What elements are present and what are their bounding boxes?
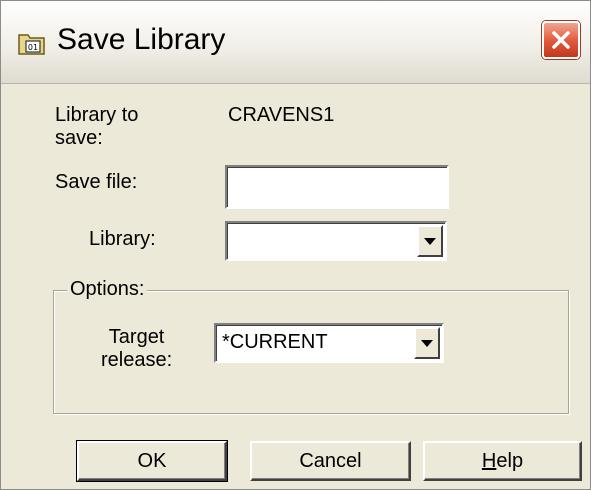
ok-button[interactable]: OK — [76, 440, 228, 482]
title-bar[interactable]: 01 Save Library — [1, 1, 590, 84]
target-release-combobox[interactable]: *CURRENT — [214, 323, 444, 363]
library-label: Library: — [89, 228, 156, 250]
target-release-value: *CURRENT — [222, 331, 328, 353]
save-file-input[interactable] — [225, 165, 449, 209]
save-file-label: Save file: — [55, 171, 138, 193]
target-release-label: Target release: — [101, 326, 173, 371]
help-mnemonic: H — [481, 449, 497, 472]
help-label-rest: elp — [496, 449, 524, 472]
library-dropdown-button[interactable] — [417, 225, 443, 257]
chevron-down-icon — [421, 340, 433, 347]
options-legend: Options: — [67, 278, 148, 301]
save-library-dialog: 01 Save Library Library to save: CRAVENS… — [0, 0, 591, 490]
library-to-save-value: CRAVENS1 — [228, 104, 335, 126]
close-button[interactable] — [542, 21, 580, 59]
help-button[interactable]: Help — [423, 441, 582, 481]
target-release-dropdown-button[interactable] — [414, 327, 440, 359]
close-icon — [552, 31, 570, 49]
library-to-save-label: Library to save: — [55, 104, 139, 149]
chevron-down-icon — [424, 238, 436, 245]
library-folder-icon: 01 — [17, 29, 47, 57]
library-combobox[interactable] — [225, 221, 447, 261]
dialog-title: Save Library — [57, 23, 226, 56]
svg-text:01: 01 — [28, 43, 38, 52]
cancel-button[interactable]: Cancel — [250, 441, 411, 481]
